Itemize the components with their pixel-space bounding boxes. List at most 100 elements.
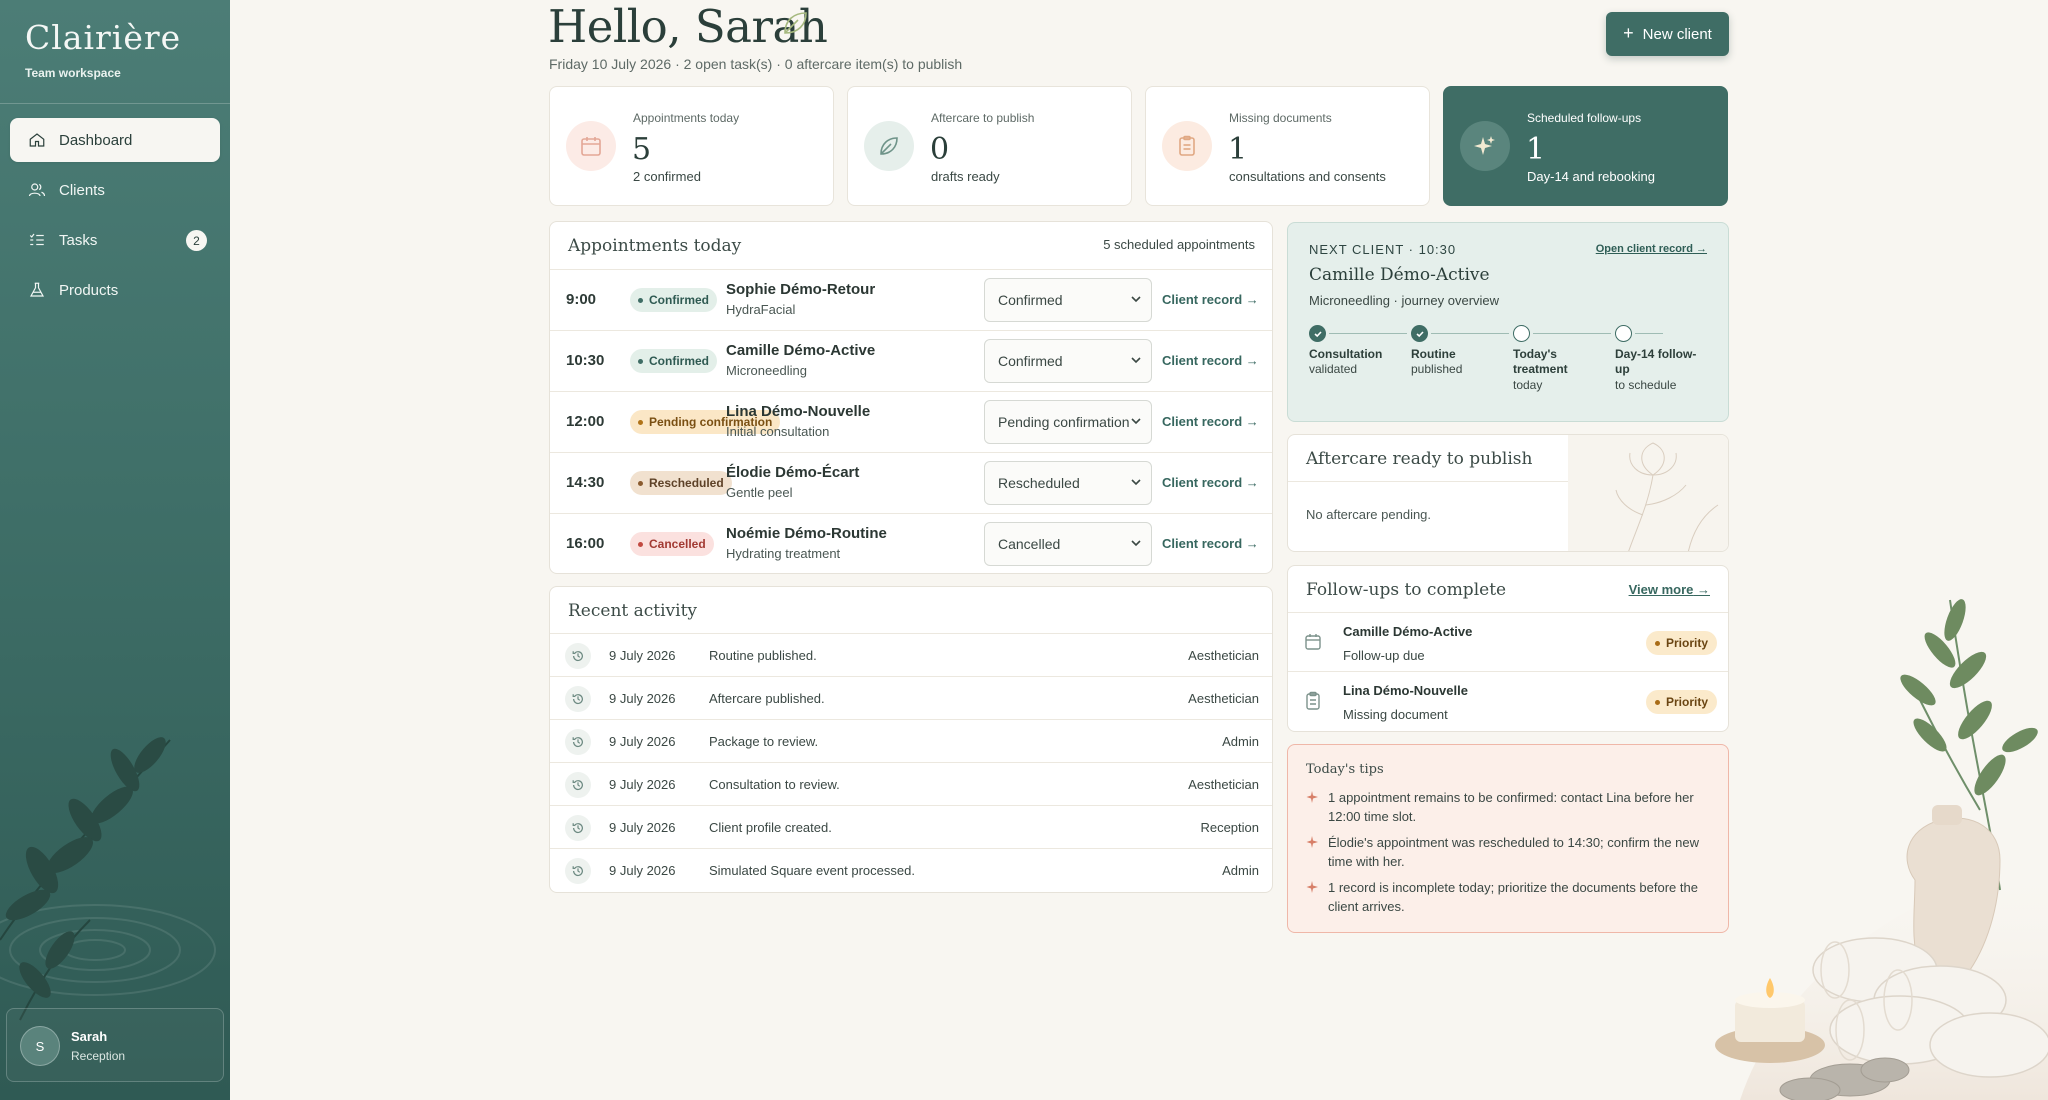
stat-value: 1 [1526,132,1546,167]
appointment-service: HydraFacial [726,302,796,317]
sparkle-icon [1460,121,1510,171]
user-name: Sarah [71,1029,108,1044]
history-icon [565,772,591,798]
activity-role: Admin [1222,734,1259,749]
history-icon [565,729,591,755]
aftercare-empty-state: No aftercare pending. [1306,507,1432,522]
sidebar-item-dashboard[interactable]: Dashboard [10,118,220,162]
followups-panel: Follow-ups to complete View more → Camil… [1287,565,1729,732]
stat-value: 5 [632,132,652,167]
activity-text: Simulated Square event processed. [709,863,915,878]
activity-role: Admin [1222,863,1259,878]
chevron-down-icon [1131,296,1141,303]
sidebar-item-label: Dashboard [59,131,133,149]
activity-date: 9 July 2026 [609,734,676,749]
sidebar-item-products[interactable]: Products [10,268,220,312]
journey-step-title: Today's treatment [1513,347,1568,376]
activity-row: 9 July 2026 Package to review. Admin [550,719,1272,762]
status-select[interactable]: Cancelled [984,522,1152,566]
clipboard-icon [1306,691,1320,710]
stat-card-missing-documents[interactable]: Missing documents 1 consultations and co… [1145,86,1430,206]
activity-row: 9 July 2026 Client profile created. Rece… [550,805,1272,848]
appointment-service: Initial consultation [726,424,830,439]
chevron-down-icon [1131,357,1141,364]
view-more-link[interactable]: View more → [1629,582,1710,597]
floral-decor [1568,435,1728,551]
followup-client-name: Lina Démo-Nouvelle [1343,683,1468,698]
priority-badge: Priority [1645,631,1717,655]
journey-step-title: Routine [1411,347,1456,361]
activity-role: Aesthetician [1188,777,1259,792]
appointment-service: Microneedling [726,363,807,378]
status-badge: Confirmed [630,288,717,312]
workspace-name: Team workspace [25,66,121,80]
stat-note: drafts ready [931,169,1000,184]
stat-label: Aftercare to publish [931,111,1035,125]
tasks-count-badge: 2 [186,230,207,251]
activity-text: Routine published. [709,648,817,663]
appointment-time: 10:30 [566,352,605,369]
open-client-record-link[interactable]: Open client record → [1596,243,1707,255]
tips-panel: Today's tips 1 appointment remains to be… [1287,744,1729,933]
aftercare-title: Aftercare ready to publish [1306,449,1533,469]
activity-role: Aesthetician [1188,691,1259,706]
history-icon [565,686,591,712]
home-icon [29,133,45,147]
flask-icon [29,282,45,297]
stat-note: Day-14 and rebooking [1527,169,1655,184]
stat-card-aftercare[interactable]: Aftercare to publish 0 drafts ready [847,86,1132,206]
appointment-time: 12:00 [566,413,605,430]
status-select[interactable]: Rescheduled [984,461,1152,505]
appointment-client-name: Sophie Démo-Retour [726,281,876,298]
brand-logo[interactable]: Clairière [25,18,181,57]
status-select[interactable]: Confirmed [984,339,1152,383]
followups-title: Follow-ups to complete [1306,580,1507,600]
journey-step-sub: today [1513,378,1543,392]
client-record-link[interactable]: Client record → [1162,292,1259,307]
tips-title: Today's tips [1306,762,1384,777]
client-record-link[interactable]: Client record → [1162,414,1259,429]
tip-item: 1 record is incomplete today; prioritize… [1306,878,1716,916]
journey-step-sub: to schedule [1615,378,1677,392]
followup-row[interactable]: Camille Démo-Active Follow-up due Priori… [1288,612,1728,671]
tip-item: 1 appointment remains to be confirmed: c… [1306,788,1716,826]
stat-card-appointments[interactable]: Appointments today 5 2 confirmed [549,86,834,206]
new-client-button[interactable]: + New client [1606,12,1729,56]
activity-row: 9 July 2026 Routine published. Aesthetic… [550,633,1272,676]
appointment-row: 9:00 Confirmed Sophie Démo-Retour HydraF… [550,269,1272,330]
sidebar-item-tasks[interactable]: Tasks 2 [10,218,220,262]
chevron-down-icon [1131,418,1141,425]
activity-text: Aftercare published. [709,691,825,706]
history-icon [565,643,591,669]
followup-client-name: Camille Démo-Active [1343,624,1473,639]
activity-date: 9 July 2026 [609,691,676,706]
client-record-link[interactable]: Client record → [1162,475,1259,490]
sidebar-item-label: Products [59,281,119,299]
leaf-icon [784,12,807,34]
stat-value: 0 [930,132,950,167]
client-record-link[interactable]: Client record → [1162,353,1259,368]
sidebar-item-clients[interactable]: Clients [10,168,220,212]
followup-row[interactable]: Lina Démo-Nouvelle Missing document Prio… [1288,671,1728,730]
status-select[interactable]: Confirmed [984,278,1152,322]
sparkle-icon [1306,836,1318,848]
activity-role: Aesthetician [1188,648,1259,663]
status-select[interactable]: Pending confirmation [984,400,1152,444]
check-icon [1309,325,1326,342]
journey-step-title: Consultation [1309,347,1383,361]
user-profile-card[interactable]: S Sarah Reception [6,1008,224,1082]
check-icon [1411,325,1428,342]
appointment-time: 14:30 [566,474,605,491]
client-record-link[interactable]: Client record → [1162,536,1259,551]
sparkle-icon [1306,791,1318,803]
page-subtitle: Friday 10 July 2026 · 2 open task(s) · 0… [549,56,963,72]
activity-text: Client profile created. [709,820,832,835]
calendar-icon [566,121,616,171]
sidebar-divider [0,103,230,104]
appointment-time: 9:00 [566,291,597,308]
stat-card-followups[interactable]: Scheduled follow-ups 1 Day-14 and rebook… [1443,86,1728,206]
appointments-count: 5 scheduled appointments [1103,237,1255,252]
appointments-panel: Appointments today 5 scheduled appointme… [549,221,1273,574]
pending-step-icon [1615,325,1632,342]
activity-row: 9 July 2026 Simulated Square event proce… [550,848,1272,891]
